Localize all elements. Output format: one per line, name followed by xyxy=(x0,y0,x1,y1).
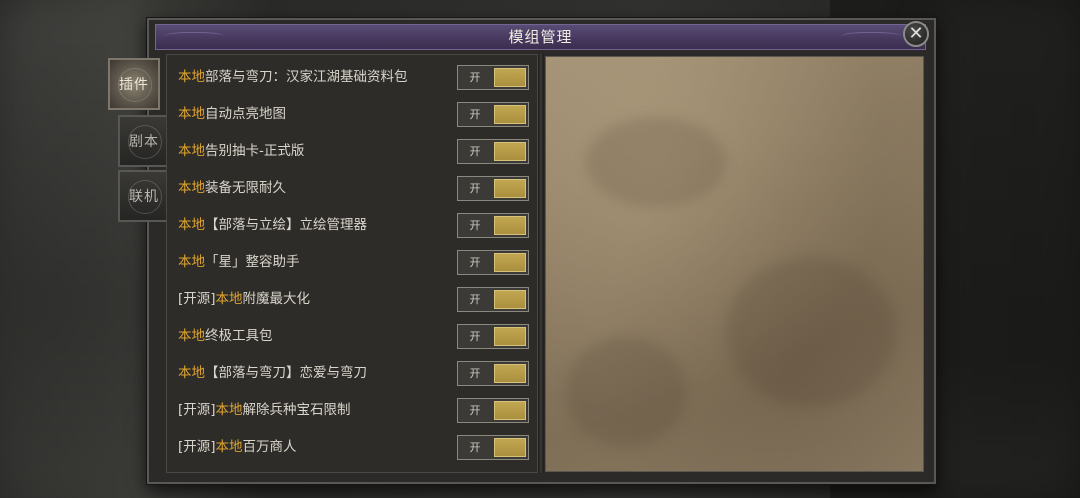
mod-title: 告别抽卡-正式版 xyxy=(205,143,305,159)
mod-title: 部落与弯刀：汉家江湖基础资料包 xyxy=(205,69,408,85)
toggle-knob[interactable] xyxy=(494,142,526,161)
mod-name: 本地【部落与弯刀】恋爱与弯刀 xyxy=(178,355,367,392)
mod-row[interactable]: [开源]本地解除兵种宝石限制 开 xyxy=(167,392,539,429)
toggle-knob[interactable] xyxy=(494,253,526,272)
title-ornament-right xyxy=(841,32,901,43)
toggle-knob[interactable] xyxy=(494,68,526,87)
toggle-knob[interactable] xyxy=(494,216,526,235)
toggle-knob[interactable] xyxy=(494,290,526,309)
toggle-label: 开 xyxy=(469,404,481,417)
mod-enable-toggle[interactable]: 开 xyxy=(457,435,529,460)
toggle-label: 开 xyxy=(469,367,481,380)
mod-source-prefix: [开源] xyxy=(178,402,216,418)
mod-title: 【部落与弯刀】恋爱与弯刀 xyxy=(205,365,367,381)
mod-row[interactable]: [开源]本地附魔最大化 开 xyxy=(167,281,539,318)
tab-label: 联机 xyxy=(129,189,159,205)
parchment-texture xyxy=(566,337,686,447)
mod-location-tag: 本地 xyxy=(178,328,205,344)
mod-name: [开源]本地百万商人 xyxy=(178,429,297,466)
tab-plugins[interactable]: 插件 xyxy=(108,58,160,110)
mod-name: 本地【部落与立绘】立绘管理器 xyxy=(178,207,367,244)
mod-name: [开源]本地解除兵种宝石限制 xyxy=(178,392,351,429)
toggle-label: 开 xyxy=(469,293,481,306)
mod-name: 本地终极工具包 xyxy=(178,318,273,355)
mod-list: 本地部落与弯刀：汉家江湖基础资料包开本地自动点亮地图开本地告别抽卡-正式版开本地… xyxy=(166,54,538,473)
mod-location-tag: 本地 xyxy=(178,365,205,381)
mod-location-tag: 本地 xyxy=(215,291,243,307)
tab-multiplayer[interactable]: 联机 xyxy=(118,170,170,222)
toggle-label: 开 xyxy=(469,330,481,343)
mod-row[interactable]: 本地部落与弯刀：汉家江湖基础资料包 开 xyxy=(167,59,539,96)
mod-location-tag: 本地 xyxy=(178,143,205,159)
mod-location-tag: 本地 xyxy=(178,254,205,270)
mod-title: 解除兵种宝石限制 xyxy=(242,402,351,418)
mod-name: 本地自动点亮地图 xyxy=(178,96,286,133)
toggle-knob[interactable] xyxy=(494,401,526,420)
mod-name: 本地告别抽卡-正式版 xyxy=(178,133,304,170)
mod-location-tag: 本地 xyxy=(178,180,205,196)
background-right xyxy=(930,0,1080,498)
toggle-label: 开 xyxy=(469,219,481,232)
mod-location-tag: 本地 xyxy=(178,217,205,233)
close-button[interactable]: ✕ xyxy=(903,21,929,47)
mod-enable-toggle[interactable]: 开 xyxy=(457,213,529,238)
mod-enable-toggle[interactable]: 开 xyxy=(457,398,529,423)
toggle-label: 开 xyxy=(469,441,481,454)
close-icon: ✕ xyxy=(908,23,924,44)
mod-title: 「星」整容助手 xyxy=(205,254,300,270)
mod-row[interactable]: 本地告别抽卡-正式版 开 xyxy=(167,133,539,170)
mod-location-tag: 本地 xyxy=(215,402,243,418)
mod-enable-toggle[interactable]: 开 xyxy=(457,287,529,312)
toggle-label: 开 xyxy=(469,256,481,269)
mod-enable-toggle[interactable]: 开 xyxy=(457,139,529,164)
mod-title: 附魔最大化 xyxy=(242,291,311,307)
toggle-knob[interactable] xyxy=(494,438,526,457)
mod-name: 本地「星」整容助手 xyxy=(178,244,300,281)
tab-label: 插件 xyxy=(119,77,149,93)
parchment-texture xyxy=(586,117,726,207)
mod-location-tag: 本地 xyxy=(178,69,205,85)
mod-enable-toggle[interactable]: 开 xyxy=(457,102,529,127)
mod-location-tag: 本地 xyxy=(178,106,205,122)
mod-row[interactable]: 本地自动点亮地图 开 xyxy=(167,96,539,133)
toggle-knob[interactable] xyxy=(494,364,526,383)
mod-enable-toggle[interactable]: 开 xyxy=(457,250,529,275)
mod-enable-toggle[interactable]: 开 xyxy=(457,65,529,90)
panel-divider xyxy=(538,54,544,473)
mod-detail-panel xyxy=(545,56,924,472)
mod-location-tag: 本地 xyxy=(215,439,243,455)
mod-row[interactable]: 本地【部落与弯刀】恋爱与弯刀 开 xyxy=(167,355,539,392)
mod-name: [开源]本地附魔最大化 xyxy=(178,281,310,318)
tab-scripts[interactable]: 剧本 xyxy=(118,115,170,167)
mod-enable-toggle[interactable]: 开 xyxy=(457,176,529,201)
mod-row[interactable]: 本地【部落与立绘】立绘管理器 开 xyxy=(167,207,539,244)
toggle-label: 开 xyxy=(469,71,481,84)
mod-row[interactable]: 本地装备无限耐久 开 xyxy=(167,170,539,207)
mod-row[interactable]: 本地终极工具包 开 xyxy=(167,318,539,355)
mod-source-prefix: [开源] xyxy=(178,439,216,455)
mod-title: 终极工具包 xyxy=(205,328,273,344)
mod-title: 装备无限耐久 xyxy=(205,180,286,196)
mod-title: 自动点亮地图 xyxy=(205,106,286,122)
mod-title: 百万商人 xyxy=(242,439,297,455)
mod-enable-toggle[interactable]: 开 xyxy=(457,361,529,386)
toggle-knob[interactable] xyxy=(494,179,526,198)
mod-row[interactable]: 本地「星」整容助手 开 xyxy=(167,244,539,281)
mod-name: 本地部落与弯刀：汉家江湖基础资料包 xyxy=(178,59,408,96)
tab-label: 剧本 xyxy=(129,134,159,150)
toggle-label: 开 xyxy=(469,182,481,195)
mod-row[interactable]: [开源]本地百万商人 开 xyxy=(167,429,539,466)
mod-enable-toggle[interactable]: 开 xyxy=(457,324,529,349)
mod-title: 【部落与立绘】立绘管理器 xyxy=(205,217,367,233)
toggle-label: 开 xyxy=(469,145,481,158)
toggle-label: 开 xyxy=(469,108,481,121)
toggle-knob[interactable] xyxy=(494,105,526,124)
mod-source-prefix: [开源] xyxy=(178,291,216,307)
toggle-knob[interactable] xyxy=(494,327,526,346)
window-title: 模组管理 xyxy=(508,28,573,46)
title-bar: 模组管理 xyxy=(155,24,926,50)
mod-name: 本地装备无限耐久 xyxy=(178,170,286,207)
parchment-texture xyxy=(726,257,896,407)
